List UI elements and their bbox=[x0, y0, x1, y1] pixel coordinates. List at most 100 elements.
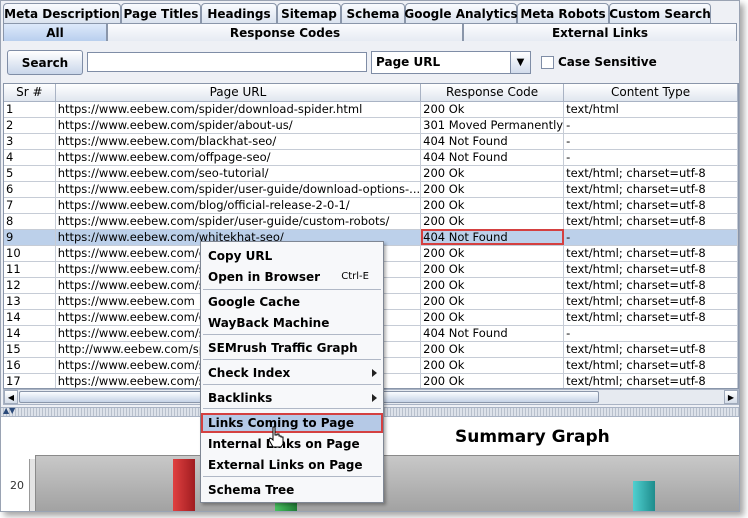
cell-content-type: text/html; charset=utf-8 bbox=[563, 261, 738, 278]
cell-sr: 13 bbox=[4, 293, 56, 310]
cell-content-type: text/html; charset=utf-8 bbox=[563, 341, 738, 358]
table-header: Sr # Page URL Response Code Content Type bbox=[4, 84, 738, 102]
cell-content-type: text/html; charset=utf-8 bbox=[563, 357, 738, 374]
subtab-external-links[interactable]: External Links bbox=[463, 23, 737, 41]
cell-url: https://www.eebew.com/spider/download-sp… bbox=[55, 101, 422, 118]
cell-sr: 1 bbox=[4, 101, 56, 118]
cell-response-code: 200 Ok bbox=[420, 293, 565, 310]
search-input[interactable] bbox=[87, 52, 367, 72]
column-header[interactable]: Content Type bbox=[563, 84, 738, 102]
tab-custom-search[interactable]: Custom Search bbox=[609, 3, 711, 23]
cell-content-type: - bbox=[563, 149, 738, 166]
tab-meta-robots[interactable]: Meta Robots bbox=[517, 3, 609, 23]
tab-schema[interactable]: Schema bbox=[341, 3, 405, 23]
tab-sitemap[interactable]: Sitemap bbox=[277, 3, 341, 23]
cell-content-type: text/html; charset=utf-8 bbox=[563, 181, 738, 198]
cell-sr: 14 bbox=[4, 325, 56, 342]
cell-sr: 12 bbox=[4, 277, 56, 294]
tab-google-analytics[interactable]: Google Analytics bbox=[404, 3, 518, 23]
cell-content-type: text/html; charset=utf-8 bbox=[563, 197, 738, 214]
column-header[interactable]: Page URL bbox=[55, 84, 422, 102]
menu-separator bbox=[203, 289, 381, 290]
table-row[interactable]: 1 https://www.eebew.com/spider/download-s… bbox=[4, 101, 738, 118]
menu-item-schema-tree[interactable]: Schema Tree bbox=[201, 480, 383, 500]
column-header[interactable]: Sr # bbox=[4, 84, 56, 102]
menu-item-semrush-traffic-graph[interactable]: SEMrush Traffic Graph bbox=[201, 338, 383, 358]
table-row[interactable]: 7 https://www.eebew.com/blog/official-rel… bbox=[4, 197, 738, 214]
table-row[interactable]: 4 https://www.eebew.com/offpage-seo/404 N… bbox=[4, 149, 738, 166]
table-row[interactable]: 2 https://www.eebew.com/spider/about-us/3… bbox=[4, 117, 738, 134]
cell-sr: 8 bbox=[4, 213, 56, 230]
cell-url: https://www.eebew.com/spider/user-guide/… bbox=[55, 181, 422, 198]
table-row[interactable]: 5 https://www.eebew.com/seo-tutorial/200 … bbox=[4, 165, 738, 182]
table-row[interactable]: 6 https://www.eebew.com/spider/user-guide… bbox=[4, 181, 738, 198]
cell-content-type: text/html; charset=utf-8 bbox=[563, 309, 738, 326]
cell-content-type: text/html; charset=utf-8 bbox=[563, 165, 738, 182]
subtab-all[interactable]: All bbox=[3, 23, 107, 41]
menu-item-wayback-machine[interactable]: WayBack Machine bbox=[201, 313, 383, 333]
menu-separator bbox=[203, 359, 381, 360]
menu-item-links-coming-to-page[interactable]: Links Coming to Page bbox=[201, 413, 383, 433]
cell-url: https://www.eebew.com/offpage-seo/ bbox=[55, 149, 422, 166]
tab-headings[interactable]: Headings bbox=[201, 3, 277, 23]
chevron-right-icon bbox=[372, 369, 377, 377]
cell-content-type: - bbox=[563, 133, 738, 150]
menu-item-label: Copy URL bbox=[208, 249, 273, 263]
cell-response-code: 200 Ok bbox=[420, 245, 565, 262]
menu-item-external-links-on-page[interactable]: External Links on Page bbox=[201, 455, 383, 475]
menu-item-label: Schema Tree bbox=[208, 483, 295, 497]
scroll-right-icon[interactable]: ▶ bbox=[724, 390, 738, 404]
search-field-select[interactable]: Page URL ▼ bbox=[371, 51, 531, 74]
menu-item-internal-links-on-page[interactable]: Internal Links on Page bbox=[201, 434, 383, 454]
menu-item-shortcut: Ctrl-E bbox=[341, 271, 369, 282]
graph-ytick: 20 bbox=[10, 479, 24, 492]
cell-content-type: - bbox=[563, 117, 738, 134]
cell-url: https://www.eebew.com/blog/official-rele… bbox=[55, 197, 422, 214]
column-header[interactable]: Response Code bbox=[420, 84, 565, 102]
top-tab-bar: Meta Description Page Titles Headings Sitem… bbox=[3, 3, 711, 23]
menu-item-copy-url[interactable]: Copy URL bbox=[201, 246, 383, 266]
cell-response-code: 301 Moved Permanently bbox=[420, 117, 565, 134]
cell-sr: 7 bbox=[4, 197, 56, 214]
cell-sr: 14 bbox=[4, 309, 56, 326]
cell-sr: 17 bbox=[4, 373, 56, 388]
cell-response-code: 200 Ok bbox=[420, 373, 565, 388]
cell-url: https://www.eebew.com/seo-tutorial/ bbox=[55, 165, 422, 182]
cell-content-type: text/html; charset=utf-8 bbox=[563, 293, 738, 310]
cell-content-type: text/html bbox=[563, 101, 738, 118]
cell-sr: 6 bbox=[4, 181, 56, 198]
menu-item-backlinks[interactable]: Backlinks bbox=[201, 388, 383, 408]
chevron-right-icon bbox=[372, 394, 377, 402]
subtab-response-codes[interactable]: Response Codes bbox=[107, 23, 463, 41]
search-button[interactable]: Search bbox=[7, 50, 83, 75]
hand-pointer-icon bbox=[268, 426, 284, 448]
cell-response-code: 200 Ok bbox=[420, 261, 565, 278]
cell-content-type: text/html; charset=utf-8 bbox=[563, 277, 738, 294]
second-tab-bar: All Response Codes External Links bbox=[3, 23, 737, 41]
cell-response-code: 200 Ok bbox=[420, 197, 565, 214]
cell-sr: 9 bbox=[4, 229, 56, 246]
scroll-left-icon[interactable]: ◀ bbox=[4, 390, 18, 404]
menu-item-label: Check Index bbox=[208, 366, 291, 380]
menu-separator bbox=[203, 384, 381, 385]
cell-url: https://www.eebew.com/blackhat-seo/ bbox=[55, 133, 422, 150]
tab-meta-description[interactable]: Meta Description bbox=[3, 3, 121, 23]
graph-bar-teal bbox=[633, 481, 655, 511]
menu-item-label: External Links on Page bbox=[208, 458, 363, 472]
splitter-arrows-icon[interactable]: ▲▼ bbox=[3, 406, 15, 415]
menu-item-label: SEMrush Traffic Graph bbox=[208, 341, 358, 355]
menu-item-open-in-browser[interactable]: Open in Browser Ctrl-E bbox=[201, 267, 383, 287]
cell-content-type: text/html; charset=utf-8 bbox=[563, 213, 738, 230]
table-row[interactable]: 8 https://www.eebew.com/spider/user-guide… bbox=[4, 213, 738, 230]
menu-item-label: Google Cache bbox=[208, 295, 301, 309]
table-row[interactable]: 3 https://www.eebew.com/blackhat-seo/404 … bbox=[4, 133, 738, 150]
menu-item-check-index[interactable]: Check Index bbox=[201, 363, 383, 383]
cell-response-code: 200 Ok bbox=[420, 277, 565, 294]
menu-item-google-cache[interactable]: Google Cache bbox=[201, 292, 383, 312]
case-sensitive-checkbox[interactable] bbox=[541, 56, 554, 69]
tab-page-titles[interactable]: Page Titles bbox=[121, 3, 201, 23]
cell-response-code: 200 Ok bbox=[420, 181, 565, 198]
chevron-down-icon[interactable]: ▼ bbox=[510, 52, 530, 73]
cell-content-type: - bbox=[563, 229, 738, 246]
cell-response-code: 200 Ok bbox=[420, 309, 565, 326]
